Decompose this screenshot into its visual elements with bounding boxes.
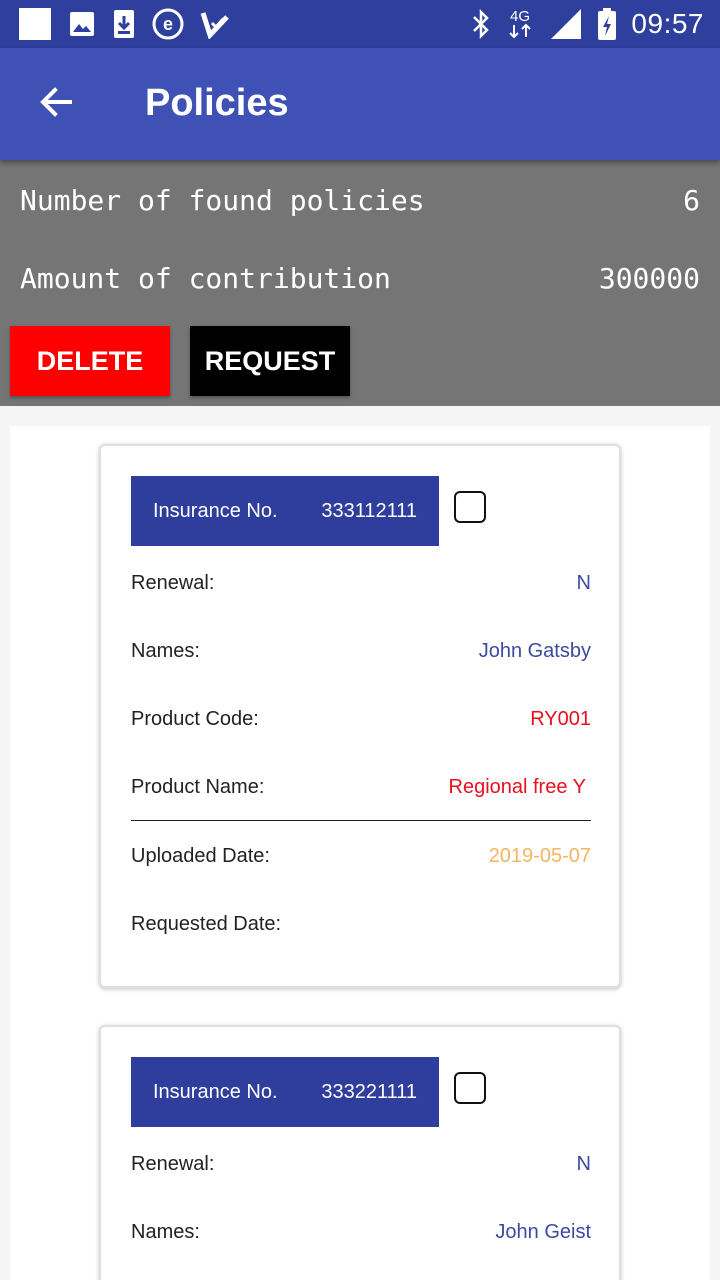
back-button[interactable]: [28, 76, 84, 132]
renewal-field: Renewal: N: [131, 568, 591, 598]
policy-select-checkbox[interactable]: [454, 1072, 486, 1104]
app-bar: Policies: [0, 48, 720, 160]
product-code-field: Product Code: RY001: [131, 704, 591, 734]
status-bar-notifications: e: [18, 6, 230, 42]
policy-card[interactable]: Insurance No. 333221111 Renewal: N Names…: [99, 1025, 621, 1280]
status-time: 09:57: [631, 8, 704, 39]
insurance-number-header: Insurance No. 333221111: [131, 1057, 439, 1127]
card-divider: [131, 820, 591, 821]
contribution-row: Amount of contribution 300000: [20, 258, 700, 298]
requested-date-field: Requested Date:: [131, 909, 591, 939]
policy-list[interactable]: Insurance No. 333112111 Renewal: N Names…: [10, 426, 710, 1280]
image-icon: [68, 10, 96, 38]
download-icon: [112, 8, 136, 40]
names-field: Names: John Gatsby: [131, 636, 591, 666]
found-policies-value: 6: [683, 183, 700, 217]
renewal-field: Renewal: N: [131, 1149, 591, 1179]
found-policies-row: Number of found policies 6: [20, 180, 700, 220]
network-4g-icon: 4G: [505, 7, 535, 41]
names-value: John Gatsby: [478, 639, 591, 662]
status-bar: e 4G 09:57: [0, 0, 720, 48]
renewal-value: N: [576, 1152, 591, 1175]
battery-icon: [597, 7, 617, 41]
uploaded-date-field: Uploaded Date: 2019-05-07: [131, 841, 591, 871]
bluetooth-icon: [471, 9, 491, 39]
check-app-icon: [200, 9, 230, 39]
insurance-number: 333221111: [321, 1080, 417, 1103]
names-label: Names:: [131, 639, 200, 662]
insurance-number: 333112111: [321, 499, 417, 522]
insurance-number-header: Insurance No. 333112111: [131, 476, 439, 546]
svg-text:e: e: [163, 14, 173, 34]
found-policies-label: Number of found policies: [20, 183, 425, 217]
product-name-label: Product Name:: [131, 775, 265, 798]
contribution-value: 300000: [598, 261, 700, 295]
status-bar-system: 4G 09:57: [471, 6, 704, 42]
contribution-label: Amount of contribution: [20, 261, 391, 295]
names-field: Names: John Geist: [131, 1217, 591, 1247]
uploaded-date-value: 2019-05-07: [488, 844, 591, 867]
page-title: Policies: [145, 82, 289, 124]
product-code-label: Product Code:: [131, 707, 259, 730]
renewal-value: N: [576, 571, 591, 594]
arrow-back-icon: [38, 84, 74, 125]
delete-button[interactable]: DELETE: [10, 326, 170, 396]
names-label: Names:: [131, 1220, 200, 1243]
insurance-label: Insurance No.: [153, 499, 278, 522]
names-value: John Geist: [495, 1220, 591, 1243]
product-name-field: Product Name: Regional free Y: [131, 772, 586, 802]
uploaded-date-label: Uploaded Date:: [131, 844, 270, 867]
renewal-label: Renewal:: [131, 1152, 215, 1175]
policy-card[interactable]: Insurance No. 333112111 Renewal: N Names…: [99, 444, 621, 988]
renewal-label: Renewal:: [131, 571, 215, 594]
e-app-icon: e: [152, 8, 184, 40]
signal-icon: [549, 7, 583, 41]
requested-date-label: Requested Date:: [131, 912, 282, 935]
summary-panel: Number of found policies 6 Amount of con…: [0, 160, 720, 406]
insurance-label: Insurance No.: [153, 1080, 278, 1103]
policy-select-checkbox[interactable]: [454, 491, 486, 523]
square-notification-icon: [18, 7, 52, 41]
network-type-label: 4G: [510, 8, 530, 25]
request-button[interactable]: REQUEST: [190, 326, 350, 396]
product-name-value: Regional free Y: [448, 775, 587, 798]
product-code-value: RY001: [530, 707, 591, 730]
